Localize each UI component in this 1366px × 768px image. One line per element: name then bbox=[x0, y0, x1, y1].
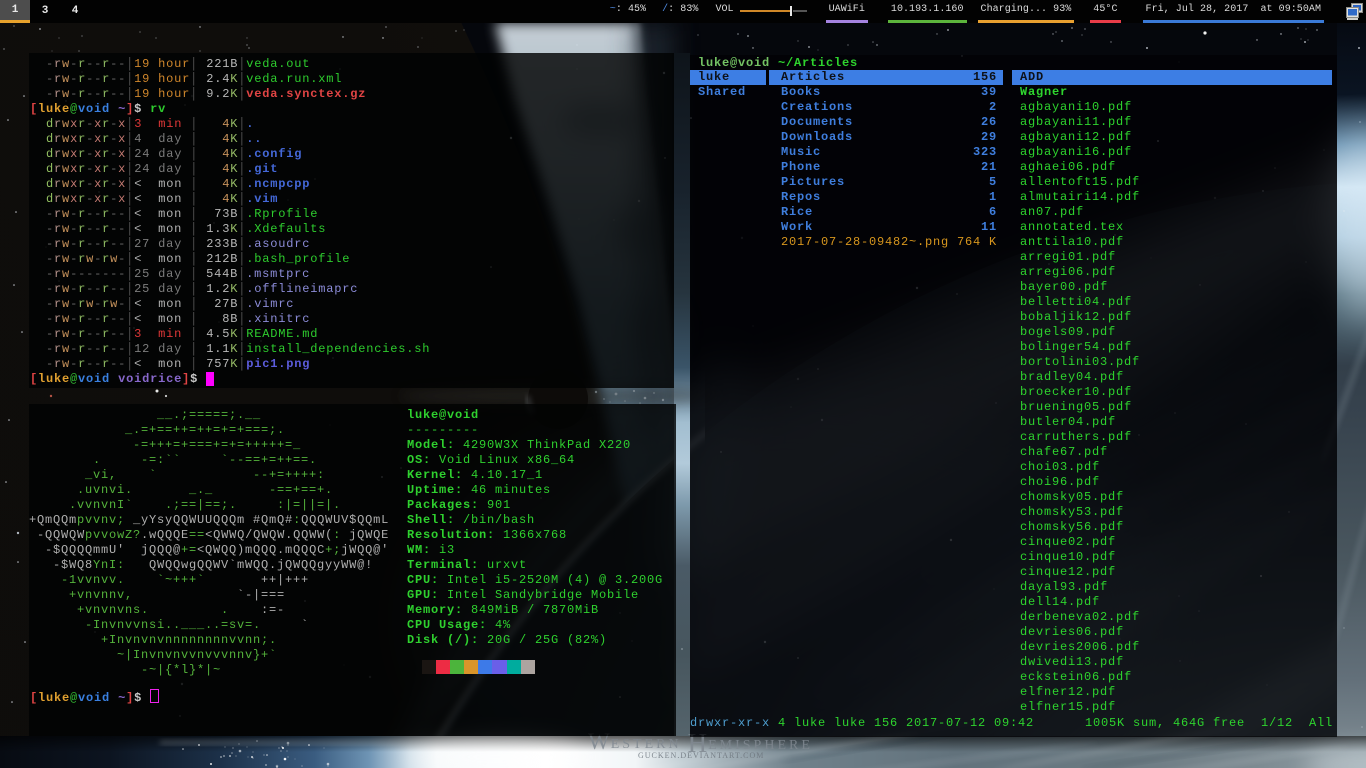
svg-text:GUCKEN.DEVIANTART.COM: GUCKEN.DEVIANTART.COM bbox=[638, 751, 764, 760]
